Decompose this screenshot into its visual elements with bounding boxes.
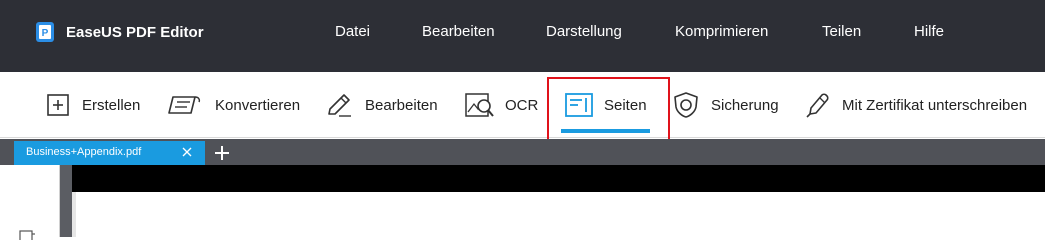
menu-komprimieren[interactable]: Komprimieren [675, 23, 768, 40]
title-bar: P EaseUS PDF Editor Datei Bearbeiten Dar… [0, 0, 1045, 72]
app-title: EaseUS PDF Editor [66, 24, 204, 41]
toolbar-bearbeiten-label: Bearbeiten [365, 96, 438, 114]
pdf-page[interactable] [76, 192, 1045, 237]
menu-darstellung[interactable]: Darstellung [546, 23, 622, 40]
document-tab[interactable]: Business+Appendix.pdf [14, 141, 205, 165]
toolbar-konvertieren-button[interactable]: Konvertieren [165, 90, 300, 120]
toolbar-konvertieren-label: Konvertieren [215, 96, 301, 114]
pages-icon [565, 93, 593, 117]
toolbar-seiten-button[interactable]: Seiten [564, 90, 647, 120]
toolbar-erstellen-label: Erstellen [82, 96, 141, 114]
toolbar-bearbeiten-button[interactable]: Bearbeiten [325, 90, 438, 120]
convert-document-icon [168, 96, 201, 114]
page-top-band [72, 165, 1045, 192]
shield-icon [674, 92, 698, 118]
menu-teilen[interactable]: Teilen [822, 23, 861, 40]
sign-pen-icon [806, 93, 829, 118]
toolbar-sign-button[interactable]: Mit Zertifikat unterschreiben [804, 90, 1027, 120]
plus-box-icon [47, 94, 69, 116]
plus-icon[interactable] [212, 143, 232, 163]
panel-divider[interactable] [60, 165, 72, 237]
toolbar: Erstellen Konvertieren Bearbeiten OCR Se… [0, 72, 1045, 138]
toolbar-ocr-button[interactable]: OCR [463, 90, 538, 120]
menu-datei[interactable]: Datei [335, 23, 370, 40]
menu-hilfe[interactable]: Hilfe [914, 23, 944, 40]
toolbar-sign-label: Mit Zertifikat unterschreiben [842, 96, 1028, 114]
active-tool-indicator [561, 129, 650, 133]
easeus-pdf-logo-icon: P [36, 22, 54, 42]
edit-pencil-icon [328, 94, 351, 117]
toolbar-ocr-label: OCR [505, 96, 539, 114]
menu-bearbeiten[interactable]: Bearbeiten [422, 23, 495, 40]
document-tab-label: Business+Appendix.pdf [26, 146, 142, 158]
page-thumbnail-icon[interactable] [18, 229, 36, 240]
toolbar-sicherung-button[interactable]: Sicherung [671, 90, 779, 120]
toolbar-erstellen-button[interactable]: Erstellen [44, 90, 140, 120]
toolbar-seiten-label: Seiten [604, 96, 647, 114]
toolbar-sicherung-label: Sicherung [711, 96, 779, 114]
ocr-scan-icon [465, 93, 494, 117]
close-icon[interactable] [180, 145, 194, 159]
thumbnail-panel [0, 165, 60, 240]
svg-text:P: P [42, 28, 49, 39]
document-tab-strip: Business+Appendix.pdf [0, 139, 1045, 165]
